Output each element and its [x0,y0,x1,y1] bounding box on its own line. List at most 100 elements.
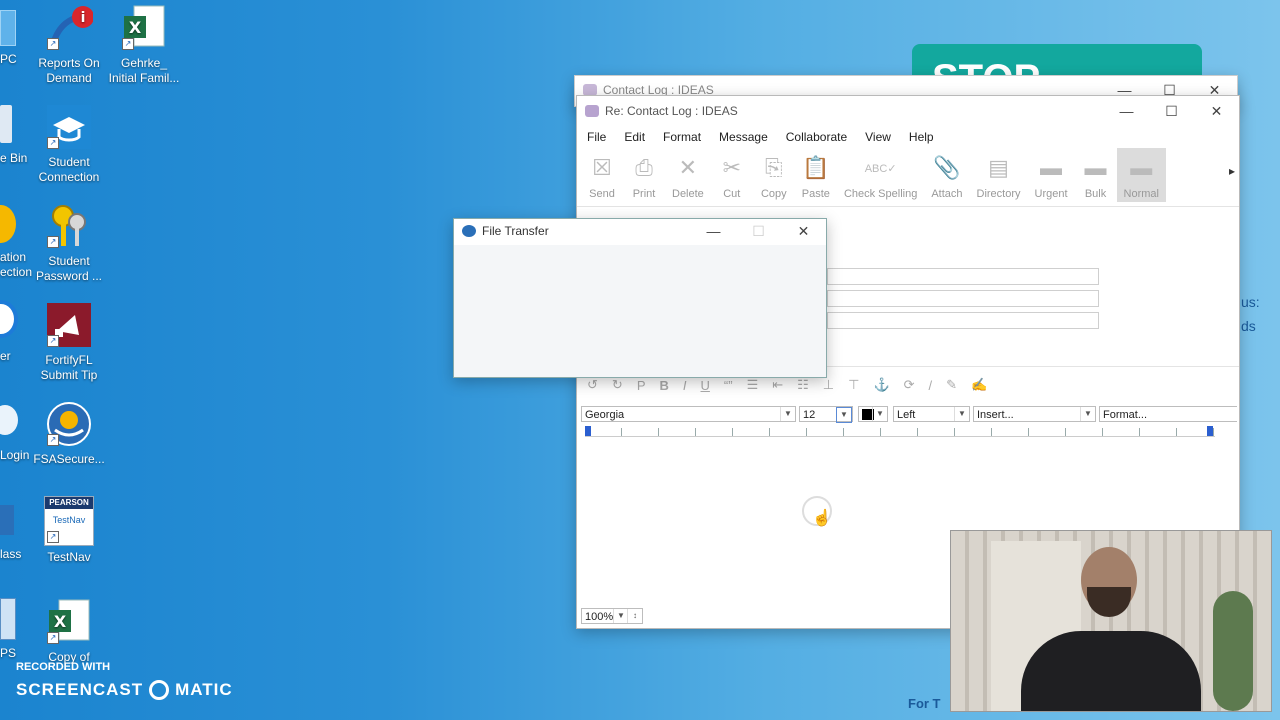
brush-icon[interactable]: ✎ [946,377,957,393]
screencast-logo-icon [149,680,170,700]
directory-button[interactable]: ▤ Directory [970,148,1028,202]
menu-edit[interactable]: Edit [624,130,645,144]
desktop-icon-label: FSASecure... [33,452,105,466]
desktop-icon-label: Student Connection [38,155,100,184]
desktop-icon-reports-on-demand[interactable]: i ↗ Reports On Demand [31,4,107,86]
desktop-icon-copy-of-excel[interactable]: X ↗ Copy of [31,598,107,665]
reports-icon: i ↗ [45,4,94,52]
spell-check-icon: ABC✓ [864,162,897,175]
quote-icon[interactable]: “” [724,378,733,393]
menu-file[interactable]: File [587,130,606,144]
desktop-icon-testnav[interactable]: PEARSON TestNav ↗ TestNav [31,496,107,565]
desktop-icon-label: Gehrke_ Initial Famil... [108,56,180,85]
watermark-line3: MATIC [175,680,233,699]
insert-select[interactable]: Insert... ▼ [973,406,1096,422]
recycle-bin-icon[interactable] [0,105,12,143]
rotate-icon[interactable]: ⟳ [904,377,915,393]
to-field[interactable] [827,268,1099,285]
background-text: us: [1241,294,1260,310]
menu-view[interactable]: View [865,130,891,144]
file-transfer-dialog[interactable]: File Transfer — ☐ ✕ [453,218,827,378]
subject-field[interactable] [827,312,1099,329]
underline-icon[interactable]: U [701,378,710,393]
webcam-overlay [950,530,1272,712]
ordered-list-icon[interactable]: ☰ [747,377,759,393]
desktop-icon-student-connection[interactable]: ↗ Student Connection [31,103,107,185]
normal-button[interactable]: ▬ Normal [1116,148,1166,202]
ruler[interactable] [585,428,1215,437]
desktop-icon-fsasecure[interactable]: ↗ FSASecure... [31,400,107,467]
left-indent-marker[interactable] [585,426,591,436]
desktop-icon-gehrke-excel[interactable]: X ↗ Gehrke_ Initial Famil... [106,4,182,86]
chevron-down-icon: ▼ [872,407,887,421]
font-size-select[interactable]: 12 ▼ [799,406,853,423]
graduation-cap-icon: ↗ [45,103,93,151]
app-icon[interactable] [0,505,14,535]
minimize-icon[interactable]: — [1104,103,1149,119]
menu-help[interactable]: Help [909,130,934,144]
font-color-select[interactable]: ▼ [858,406,888,422]
print-icon: ⎙ [635,155,653,180]
desktop-icon-fortifyfl[interactable]: ↗ FortifyFL Submit Tip [31,301,107,383]
app-icon[interactable] [0,598,16,640]
pc-icon[interactable] [0,10,16,46]
desktop-partial-label: ation [0,250,27,264]
signature-icon[interactable]: ✍ [971,377,987,393]
menu-message[interactable]: Message [719,130,768,144]
desktop-icon-label: Student Password ... [35,254,103,283]
zoom-select[interactable]: 100% ▼ ↕ [581,608,643,624]
minimize-icon[interactable]: — [691,223,736,239]
desktop-icon-student-password[interactable]: ↗ Student Password ... [31,202,107,284]
italic-icon[interactable]: I [683,378,687,393]
send-icon: ☒ [592,155,612,180]
desktop-partial-label: e Bin [0,151,28,165]
toolbar-overflow-icon[interactable]: ▸ [1229,164,1235,178]
bold-icon[interactable]: B [659,378,668,393]
chevron-down-icon: ▼ [954,407,969,421]
anchor-icon[interactable]: ⚓ [873,377,889,393]
link-icon[interactable]: / [929,378,933,393]
paste-button[interactable]: 📋 Paste [795,148,837,202]
delete-button[interactable]: ✕ Delete [665,148,711,202]
edge-icon[interactable] [0,205,16,243]
bulk-button[interactable]: ▬ Bulk [1075,148,1117,202]
align-icon[interactable]: ⊥ [823,377,834,393]
outdent-icon[interactable]: ⇤ [772,377,783,393]
close-icon[interactable]: ✕ [1194,103,1239,120]
cut-button[interactable]: ✂ Cut [711,148,753,202]
undo-icon[interactable]: ↺ [587,377,598,393]
paragraph-icon[interactable]: P [637,378,646,393]
desktop-icon-label: TestNav [47,550,91,564]
maximize-icon[interactable]: ☐ [1149,103,1194,120]
check-spelling-button[interactable]: ABC✓ Check Spelling [837,148,924,202]
chevron-down-icon: ▼ [1080,407,1095,421]
spinner-icon: ↕ [627,609,642,623]
app-icon [585,105,599,117]
person-body [1021,631,1201,711]
redo-icon[interactable]: ↻ [612,377,623,393]
directory-icon: ▤ [988,155,1009,180]
desktop-partial-label: PC [0,52,17,66]
app-icon[interactable] [0,300,18,338]
menu-format[interactable]: Format [663,130,701,144]
line-icon[interactable]: ⊤ [848,377,859,393]
toolbar: ☒ Send ⎙ Print ✕ Delete ✂ Cut ⎘ Copy 📋 Paste A… [577,148,1239,207]
menu-collaborate[interactable]: Collaborate [786,130,847,144]
chevron-down-icon: ▼ [836,407,852,423]
cc-field[interactable] [827,290,1099,307]
excel-icon: X ↗ [120,4,168,52]
bullet-list-icon[interactable]: ☷ [797,377,809,393]
login-icon[interactable] [0,405,18,435]
close-icon[interactable]: ✕ [781,223,826,240]
urgent-button[interactable]: ▬ Urgent [1028,148,1075,202]
copy-icon: ⎘ [764,155,783,180]
print-button[interactable]: ⎙ Print [623,148,665,202]
send-button[interactable]: ☒ Send [581,148,623,202]
format-select[interactable]: Format... [1099,406,1237,422]
copy-button[interactable]: ⎘ Copy [753,148,795,202]
font-family-select[interactable]: Georgia ▼ [581,406,796,422]
right-indent-marker[interactable] [1207,426,1213,436]
attach-button[interactable]: 📎 Attach [924,148,969,202]
megaphone-icon: ↗ [45,301,93,349]
alignment-select[interactable]: Left ▼ [893,406,970,422]
